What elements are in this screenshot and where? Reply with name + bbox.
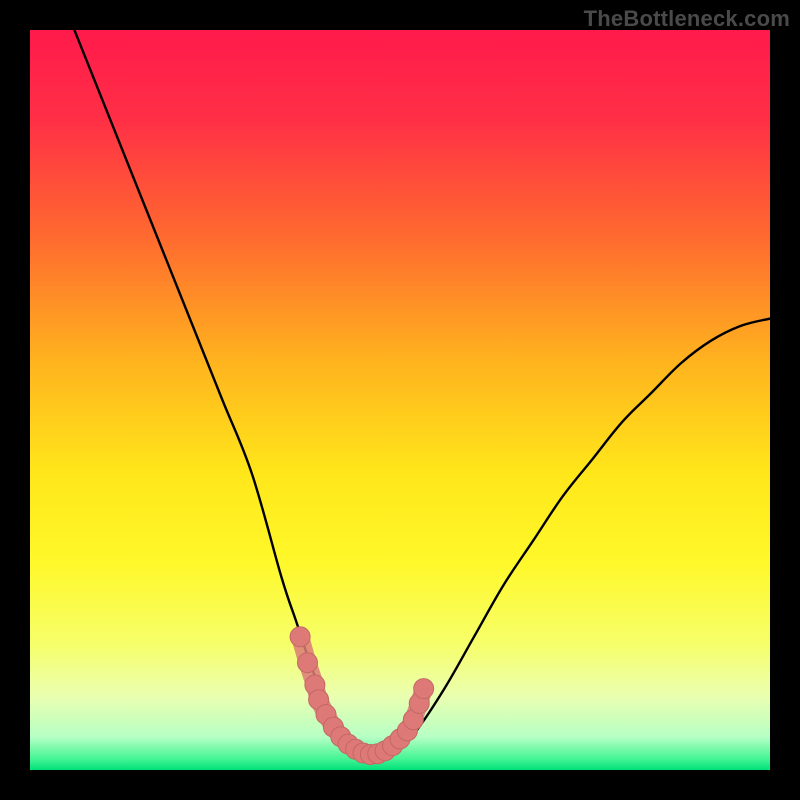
chart-stage: TheBottleneck.com [0,0,800,800]
plot-background [30,30,770,770]
plot-svg [30,30,770,770]
highlight-marker [298,653,318,673]
highlight-marker [414,679,434,699]
watermark-text: TheBottleneck.com [584,6,790,32]
plot-area [30,30,770,770]
highlight-marker [290,627,310,647]
